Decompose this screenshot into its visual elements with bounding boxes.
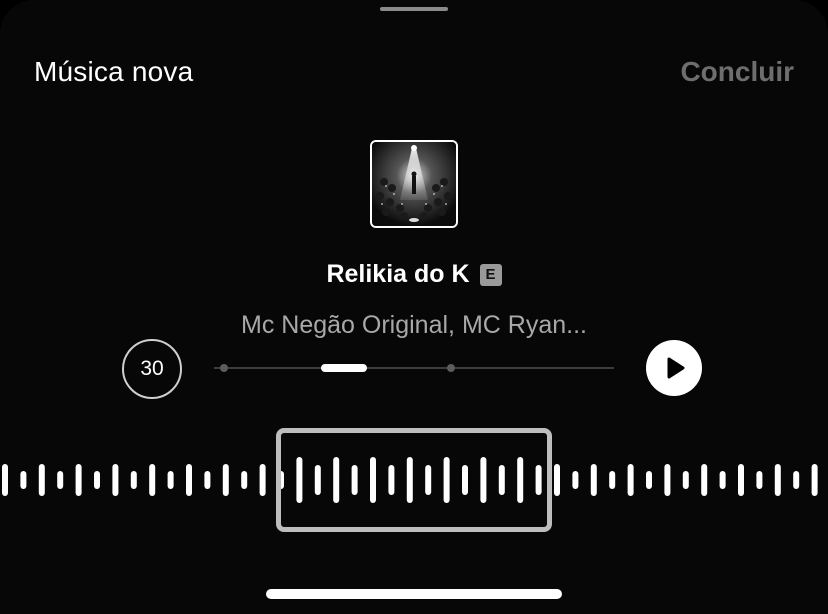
waveform-bar xyxy=(590,464,597,496)
waveform-bar xyxy=(130,471,137,489)
explicit-badge: E xyxy=(479,263,502,286)
waveform-bar xyxy=(664,464,671,496)
play-button[interactable] xyxy=(646,340,702,396)
track-title-row: Relikia do K E xyxy=(0,260,828,289)
album-cover xyxy=(370,140,458,228)
done-button[interactable]: Concluir xyxy=(680,56,794,88)
waveform-bar xyxy=(112,464,119,496)
waveform-bar xyxy=(149,464,156,496)
waveform-bar xyxy=(57,471,64,489)
waveform-bar xyxy=(793,471,800,489)
waveform-bar xyxy=(259,464,266,496)
waveform-bar xyxy=(701,464,708,496)
music-picker-sheet: Música nova Concluir Relikia do K E Mc N… xyxy=(0,0,828,614)
waveform-bar xyxy=(609,471,616,489)
waveform-bar xyxy=(94,471,100,489)
waveform-bar xyxy=(682,471,689,489)
page-title: Música nova xyxy=(34,56,194,87)
waveform-bar xyxy=(738,464,744,496)
track-artists: Mc Negão Original, MC Ryan... xyxy=(241,311,587,339)
sheet-grabber[interactable] xyxy=(380,7,448,11)
waveform-bar xyxy=(20,471,27,489)
waveform-bar xyxy=(204,471,211,489)
waveform-bar xyxy=(75,464,82,496)
waveform-bar xyxy=(627,464,634,496)
waveform-bar xyxy=(167,471,174,489)
waveform-bar xyxy=(554,464,560,496)
waveform-bar xyxy=(38,464,45,496)
progress-marker xyxy=(447,364,455,372)
progress-handle[interactable] xyxy=(321,364,367,372)
waveform-bar xyxy=(774,464,781,496)
waveform-bar xyxy=(719,471,726,489)
waveform-bar xyxy=(222,464,229,496)
clip-selection-window[interactable] xyxy=(276,428,552,532)
home-indicator xyxy=(266,589,562,599)
waveform-bar xyxy=(572,471,579,489)
waveform-bar xyxy=(756,471,763,489)
track-title: Relikia do K xyxy=(326,260,470,288)
play-icon xyxy=(667,357,685,379)
waveform-bar xyxy=(2,464,8,496)
progress-start-marker xyxy=(220,364,228,372)
clip-duration-button[interactable]: 30 xyxy=(122,339,182,399)
waveform-bar xyxy=(811,464,818,496)
waveform-bar xyxy=(241,471,248,489)
waveform-bar xyxy=(186,464,192,496)
waveform-bar xyxy=(646,471,652,489)
album-art-image xyxy=(372,142,456,226)
track-progress-bar[interactable] xyxy=(214,364,614,372)
